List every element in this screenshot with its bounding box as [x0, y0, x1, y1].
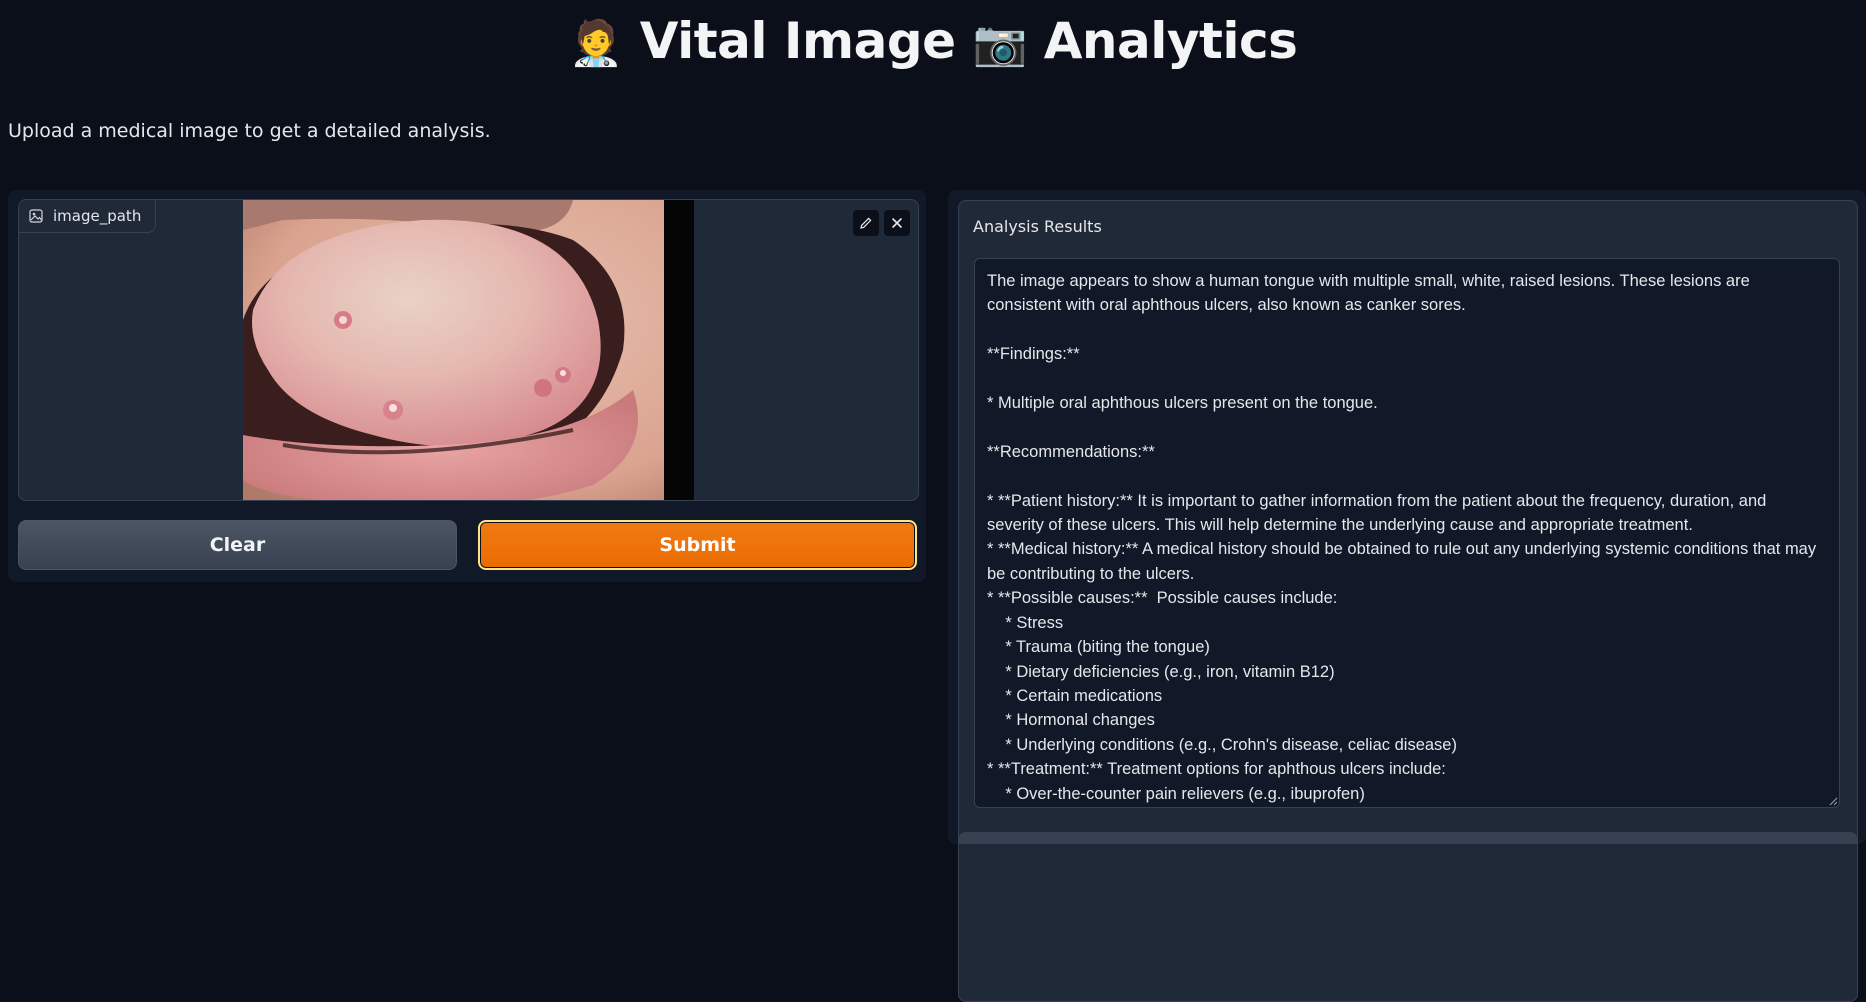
analysis-results-label: Analysis Results: [973, 217, 1102, 236]
image-icon: [29, 209, 43, 223]
edit-button[interactable]: [853, 210, 879, 236]
uploaded-image: [243, 200, 694, 500]
remove-image-button[interactable]: [884, 210, 910, 236]
camera-emoji: 📷: [972, 18, 1028, 69]
output-panel: Analysis Results The image appears to sh…: [948, 190, 1866, 1002]
next-component-edge: [958, 832, 1858, 844]
input-panel: image_path Clear Submit: [8, 190, 926, 582]
image-input-label-text: image_path: [53, 207, 142, 225]
title-part-2: Analytics: [1043, 12, 1298, 70]
health-worker-emoji: 🧑‍⚕️: [568, 18, 624, 69]
close-icon: [892, 218, 902, 228]
submit-button[interactable]: Submit: [478, 520, 917, 570]
analysis-results-textarea[interactable]: The image appears to show a human tongue…: [974, 258, 1840, 808]
pencil-icon: [860, 217, 872, 229]
analysis-results: Analysis Results The image appears to sh…: [958, 200, 1858, 1002]
title-part-1: Vital Image: [639, 12, 956, 70]
image-upload[interactable]: image_path: [18, 199, 919, 501]
page-description: Upload a medical image to get a detailed…: [8, 120, 491, 142]
page-title: 🧑‍⚕️ Vital Image 📷 Analytics: [0, 12, 1866, 70]
image-input-label: image_path: [19, 200, 157, 233]
resize-handle-icon[interactable]: [1828, 796, 1838, 806]
clear-button[interactable]: Clear: [18, 520, 457, 570]
